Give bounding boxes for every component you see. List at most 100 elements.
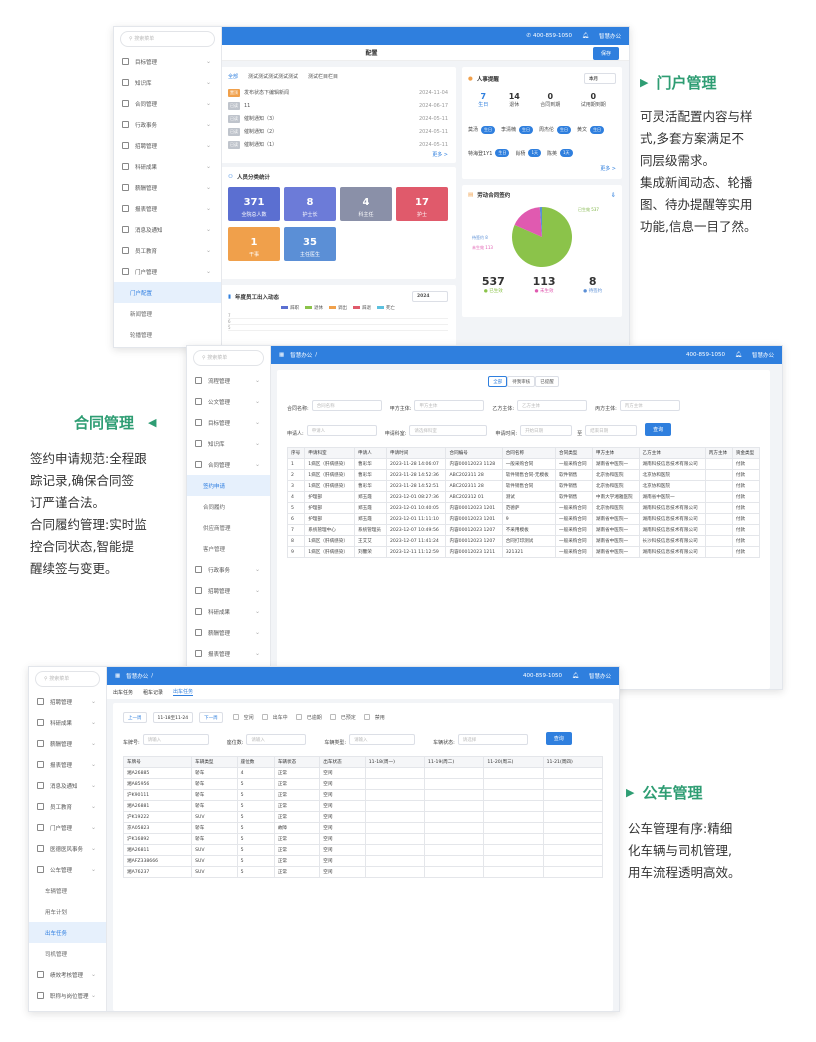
hr-person[interactable]: 黄文 生日 <box>577 125 605 134</box>
checkbox-icon[interactable] <box>261 714 268 720</box>
checkbox-icon[interactable] <box>295 714 302 720</box>
table-row[interactable]: 7 系统管理中心 系统管理员 2023-12-07 10:49:56 内容0001202… <box>286 524 761 536</box>
sidebar-item[interactable]: 消息及通知 ⌄ <box>29 775 106 796</box>
contract-name-input[interactable]: 合同名称 <box>311 400 382 411</box>
sidebar-item[interactable]: 组织架构管理⌄ <box>29 1006 106 1011</box>
sidebar-item[interactable]: 招聘管理 ⌄ <box>29 691 106 712</box>
schedule-cell[interactable] <box>483 800 544 812</box>
tab-test1[interactable]: 测试测试测试测试测试 <box>248 73 298 80</box>
bell-icon[interactable]: 🔔︎ <box>572 673 579 679</box>
car-search-button[interactable]: 查询 <box>545 732 572 745</box>
schedule-cell[interactable] <box>364 767 426 779</box>
sidebar-item[interactable]: 新闻管理 <box>114 303 221 324</box>
schedule-cell[interactable] <box>424 789 485 801</box>
news-item[interactable]: 已读 11 2024-06-17 <box>228 99 448 112</box>
checkbox-icon[interactable] <box>329 714 336 720</box>
status-filter[interactable]: 出车中 <box>261 711 288 723</box>
sidebar-item[interactable]: 用车计划 <box>29 901 106 922</box>
schedule-cell[interactable] <box>483 789 544 801</box>
news-more-link[interactable]: 更多 > <box>228 151 448 158</box>
schedule-cell[interactable] <box>542 767 604 779</box>
sidebar-item[interactable]: 门户配置 <box>114 282 221 303</box>
sidebar-search[interactable]: ⚲ 搜索菜单 <box>35 671 100 687</box>
sidebar-item[interactable]: 车辆管理 <box>29 880 106 901</box>
legend-item[interactable]: 辞职 <box>281 305 299 311</box>
download-icon[interactable]: ⇩ <box>611 192 616 199</box>
tab-rent-record[interactable]: 租车记录 <box>143 689 163 696</box>
sidebar-item[interactable]: 目标管理 ⌄ <box>114 51 221 72</box>
schedule-cell[interactable] <box>364 789 426 801</box>
hr-person[interactable]: 特海登1Y1 生日 <box>468 149 510 157</box>
hr-stat[interactable]: 0 合同到期 <box>540 92 560 108</box>
sidebar-item[interactable]: 招聘管理 ⌄ <box>187 580 270 601</box>
table-row[interactable]: 6 护理部 郑玉霞 2023-12-01 11:11:10 内容00012023 120… <box>286 513 761 525</box>
applicant-input[interactable]: 申请人 <box>306 425 377 436</box>
table-row[interactable]: 湘A85956 轿车 5 正常 空闲 <box>122 778 604 790</box>
schedule-cell[interactable] <box>364 855 426 867</box>
schedule-cell[interactable] <box>424 778 485 790</box>
sidebar-item[interactable]: 目标管理 ⌄ <box>187 412 270 433</box>
news-item[interactable]: 已读 催制通知（2） 2024-05-11 <box>228 125 448 138</box>
user-menu[interactable]: 智慧办公 <box>589 672 611 680</box>
schedule-cell[interactable] <box>542 855 604 867</box>
schedule-cell[interactable] <box>542 833 604 845</box>
sidebar-item[interactable]: 公车管理 ⌄ <box>29 859 106 880</box>
schedule-cell[interactable] <box>483 855 544 867</box>
schedule-cell[interactable] <box>483 811 544 823</box>
end-date-input[interactable]: 结束日期 <box>585 425 638 436</box>
table-row[interactable]: 湘A26881 轿车 5 正常 空闲 <box>122 800 604 812</box>
sidebar-item[interactable]: 知识库 ⌄ <box>114 72 221 93</box>
news-item[interactable]: 已读 催制通知（1） 2024-05-11 <box>228 138 448 151</box>
sidebar-item[interactable]: 薪酬管理 ⌄ <box>29 733 106 754</box>
news-item[interactable]: 置顶 发布状态下编辑新闻 2024-11-04 <box>228 86 448 99</box>
stat-tile[interactable]: 35 主任医生 <box>284 227 336 261</box>
table-row[interactable]: 湘AFZ338666 SUV 5 正常 空闲 <box>122 855 604 867</box>
table-row[interactable]: 湘A26811 SUV 5 正常 空闲 <box>122 844 604 856</box>
start-date-input[interactable]: 开始日期 <box>520 425 573 436</box>
sidebar-item[interactable]: 消息及通知 ⌄ <box>114 219 221 240</box>
tab-test2[interactable]: 测试栏目栏目 <box>308 73 338 80</box>
sidebar-item[interactable]: 合同履约 <box>187 496 270 517</box>
schedule-cell[interactable] <box>424 767 485 779</box>
hr-person[interactable]: 肖杨 1天 <box>515 149 541 157</box>
status-filter[interactable]: 已逾期 <box>295 711 322 723</box>
table-row[interactable]: 5 护理部 郑玉霞 2023-12-01 10:40:05 内容00012023 120… <box>286 502 761 514</box>
schedule-cell[interactable] <box>542 811 604 823</box>
schedule-cell[interactable] <box>483 767 544 779</box>
grid-icon[interactable]: ▦ <box>115 673 120 679</box>
user-menu[interactable]: 智慧办公 <box>752 351 774 359</box>
sidebar-item[interactable]: 科研成果 ⌄ <box>114 156 221 177</box>
sidebar-item[interactable]: 供应商管理 <box>187 517 270 538</box>
news-item[interactable]: 已读 催制通知（3） 2024-05-11 <box>228 112 448 125</box>
table-row[interactable]: 2 1病区（肝病感染） 曹彩华 2023-11-28 14:52:36 ABC20231… <box>286 469 761 481</box>
next-week-button[interactable]: 下一周 <box>199 711 223 723</box>
department-select[interactable]: 请选择科室 <box>409 425 488 436</box>
bell-icon[interactable]: 🔔︎ <box>735 352 742 358</box>
tab-all[interactable]: 全部 <box>488 376 508 387</box>
sidebar-item[interactable]: 薪酬管理 ⌄ <box>187 622 270 643</box>
status-filter[interactable]: 空闲 <box>232 711 254 723</box>
schedule-cell[interactable] <box>542 866 604 878</box>
table-row[interactable]: 湘A26885 轿车 4 正常 空闲 <box>122 767 604 779</box>
sidebar-search[interactable]: ⚲ 搜索菜单 <box>120 31 215 47</box>
schedule-cell[interactable] <box>483 833 544 845</box>
schedule-cell[interactable] <box>364 822 426 834</box>
sidebar-item[interactable]: 客户管理 <box>187 538 270 559</box>
hr-stat[interactable]: 7 生日 <box>478 92 488 108</box>
contract-search-button[interactable]: 查询 <box>645 423 672 436</box>
hr-more-link[interactable]: 更多 > <box>468 165 616 172</box>
sidebar-search[interactable]: ⚲ 搜索菜单 <box>193 350 264 366</box>
hr-person[interactable]: 陈英 1天 <box>547 149 573 157</box>
schedule-cell[interactable] <box>364 800 426 812</box>
stat-tile[interactable]: 371 全院总人数 <box>228 187 280 221</box>
table-row[interactable]: 沪K16892 轿车 5 正常 空闲 <box>122 833 604 845</box>
hr-person[interactable]: 周杰伦 生日 <box>539 125 572 134</box>
sidebar-item[interactable]: 签约申请 <box>187 475 270 496</box>
sidebar-item[interactable]: 报表管理 ⌄ <box>29 754 106 775</box>
bell-icon[interactable]: 🔔︎ <box>582 33 589 39</box>
sidebar-item[interactable]: 门户管理 ⌄ <box>114 261 221 282</box>
legend-item[interactable]: 调出 <box>329 305 347 311</box>
schedule-cell[interactable] <box>542 822 604 834</box>
schedule-cell[interactable] <box>424 866 485 878</box>
table-row[interactable]: 沪K90111 轿车 5 正常 空闲 <box>122 789 604 801</box>
